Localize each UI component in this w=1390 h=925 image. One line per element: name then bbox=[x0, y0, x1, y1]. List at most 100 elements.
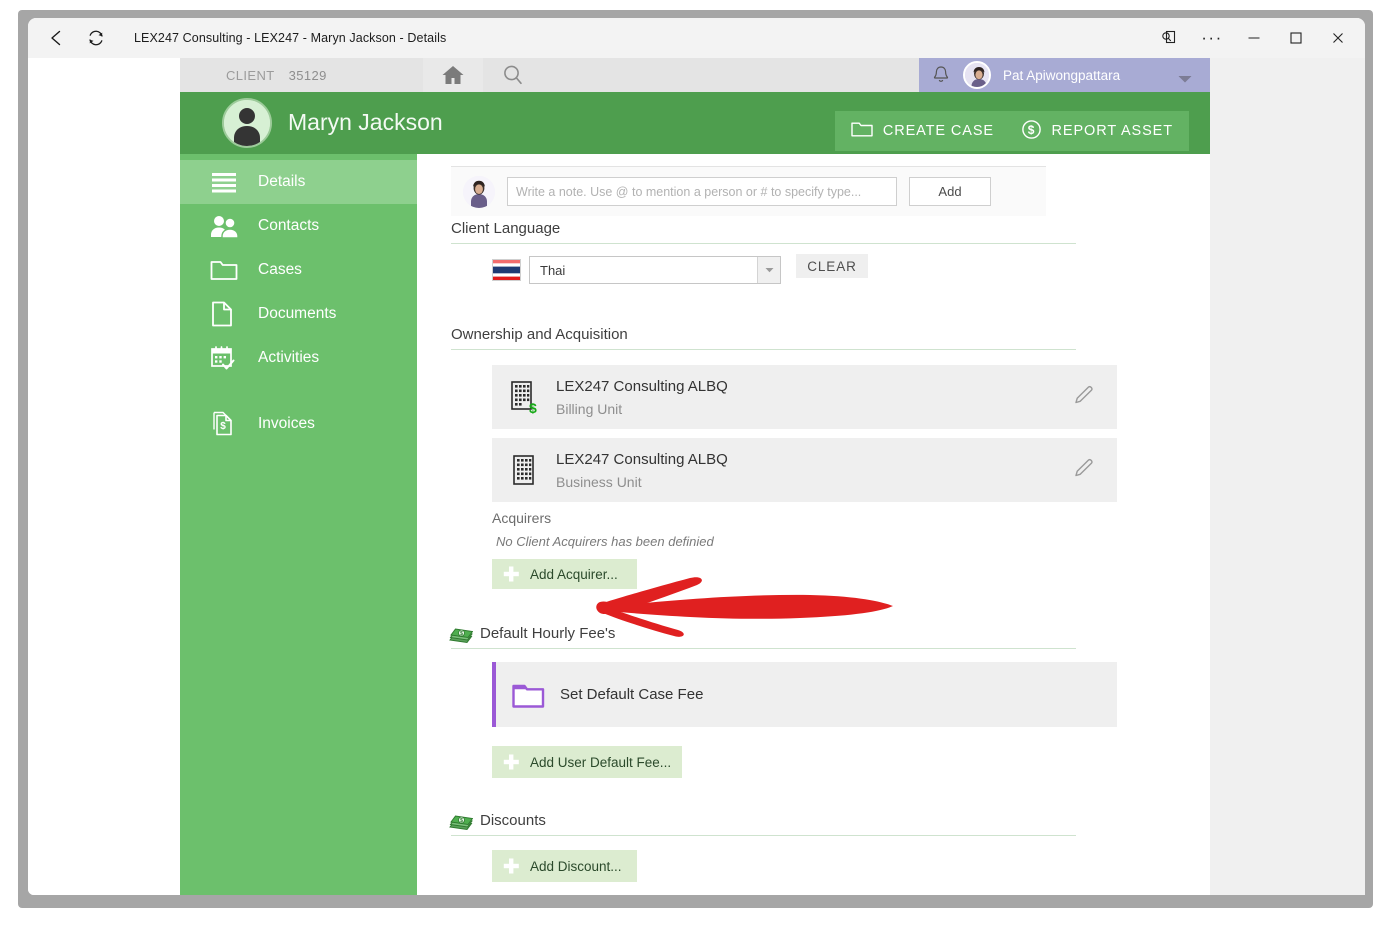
sidebar-item-label: Activities bbox=[258, 349, 320, 366]
discounts-section-title: Discounts bbox=[480, 812, 546, 829]
add-discount-button[interactable]: Add Discount... bbox=[492, 850, 637, 882]
strip-left-pad bbox=[28, 58, 180, 92]
strip-filler bbox=[543, 58, 919, 92]
maximize-button[interactable] bbox=[1275, 18, 1317, 58]
sidebar-item-label: Contacts bbox=[258, 217, 320, 234]
page-title: Maryn Jackson bbox=[288, 109, 443, 135]
sidebar-item-invoices[interactable]: $ Invoices bbox=[180, 402, 417, 446]
create-case-button[interactable]: CREATE CASE bbox=[834, 111, 1010, 151]
sidebar-item-documents[interactable]: Documents bbox=[180, 292, 417, 336]
row-text: LEX247 Consulting ALBQ Business Unit bbox=[556, 451, 728, 490]
application-body: CLIENT 35129 Pat Apiwongpattara Maryn Ja… bbox=[28, 58, 1365, 895]
record-type-label: CLIENT bbox=[226, 67, 275, 83]
list-lines-icon bbox=[210, 171, 248, 193]
row-text: Set Default Case Fee bbox=[560, 686, 703, 703]
more-options-button[interactable]: ··· bbox=[1191, 18, 1233, 58]
section-divider bbox=[451, 349, 1076, 350]
window-title: LEX247 Consulting - LEX247 - Maryn Jacks… bbox=[134, 31, 447, 45]
pencil-icon[interactable] bbox=[1073, 457, 1095, 484]
user-name-label: Pat Apiwongpattara bbox=[1003, 67, 1121, 83]
svg-text:$: $ bbox=[220, 421, 226, 432]
calendar-check-icon bbox=[210, 345, 248, 371]
search-icon[interactable] bbox=[483, 58, 543, 92]
pencil-icon[interactable] bbox=[1073, 384, 1095, 411]
add-acquirer-label: Add Acquirer... bbox=[530, 566, 618, 582]
sidebar-item-cases[interactable]: Cases bbox=[180, 248, 417, 292]
clear-language-button[interactable]: CLEAR bbox=[796, 254, 868, 278]
create-case-label: CREATE CASE bbox=[882, 123, 994, 139]
ownership-section-title: Ownership and Acquisition bbox=[451, 326, 628, 343]
svg-text:$: $ bbox=[460, 631, 463, 637]
row-text: LEX247 Consulting ALBQ Billing Unit bbox=[556, 378, 728, 417]
ownership-row-billing-unit[interactable]: $ LEX247 Consulting ALBQ Billing Unit bbox=[492, 365, 1117, 429]
add-discount-label: Add Discount... bbox=[530, 858, 622, 874]
user-menu[interactable]: Pat Apiwongpattara bbox=[919, 58, 1210, 92]
invoice-dollar-icon: $ bbox=[210, 411, 248, 437]
thailand-flag-icon bbox=[492, 259, 521, 281]
default-fee-row[interactable]: Set Default Case Fee bbox=[492, 662, 1117, 727]
chevron-down-icon[interactable] bbox=[1178, 71, 1192, 89]
building-icon bbox=[492, 454, 556, 486]
record-identifier: CLIENT 35129 bbox=[180, 58, 423, 92]
sidebar-item-activities[interactable]: Activities bbox=[180, 336, 417, 380]
sidebar-item-label: Details bbox=[258, 173, 306, 190]
sidebar-item-label: Cases bbox=[258, 261, 302, 278]
folder-icon bbox=[851, 120, 873, 142]
details-panel: Add Client Language bbox=[417, 154, 1210, 895]
avatar bbox=[963, 61, 991, 89]
section-divider bbox=[451, 243, 1076, 244]
bell-icon[interactable] bbox=[919, 64, 963, 86]
app-canvas: CLIENT 35129 Pat Apiwongpattara Maryn Ja… bbox=[28, 58, 1210, 895]
home-icon[interactable] bbox=[423, 58, 483, 92]
person-avatar-icon bbox=[222, 98, 272, 148]
desktop-background: LEX247 Consulting - LEX247 - Maryn Jacks… bbox=[0, 0, 1390, 925]
acquirers-empty-message: No Client Acquirers has been definied bbox=[496, 534, 714, 549]
client-language-section-title: Client Language bbox=[451, 220, 561, 237]
row-subtitle: Business Unit bbox=[556, 473, 642, 490]
report-asset-label: REPORT ASSET bbox=[1051, 123, 1173, 139]
svg-text:$: $ bbox=[529, 400, 537, 414]
building-dollar-icon: $ bbox=[492, 380, 556, 414]
add-note-button[interactable]: Add bbox=[909, 177, 991, 206]
utility-strip: CLIENT 35129 Pat Apiwongpattara bbox=[28, 58, 1210, 92]
sidebar-item-details[interactable]: Details bbox=[180, 160, 417, 204]
section-divider bbox=[451, 835, 1076, 836]
client-language-value: Thai bbox=[540, 262, 566, 278]
back-arrow-icon[interactable] bbox=[36, 18, 76, 58]
application-window: LEX247 Consulting - LEX247 - Maryn Jacks… bbox=[28, 18, 1365, 895]
add-user-default-fee-button[interactable]: Add User Default Fee... bbox=[492, 746, 682, 778]
report-asset-button[interactable]: $ REPORT ASSET bbox=[1004, 111, 1189, 151]
acquirers-label: Acquirers bbox=[492, 510, 552, 526]
minimize-button[interactable] bbox=[1233, 18, 1275, 58]
note-input[interactable] bbox=[507, 177, 897, 206]
title-bar: LEX247 Consulting - LEX247 - Maryn Jacks… bbox=[28, 18, 1365, 58]
dollar-circle-icon: $ bbox=[1021, 119, 1042, 144]
close-button[interactable] bbox=[1317, 18, 1359, 58]
refresh-icon[interactable] bbox=[76, 18, 116, 58]
plus-icon bbox=[492, 752, 530, 772]
ownership-row-business-unit[interactable]: LEX247 Consulting ALBQ Business Unit bbox=[492, 438, 1117, 502]
row-title: LEX247 Consulting ALBQ bbox=[556, 450, 728, 468]
add-acquirer-button[interactable]: Add Acquirer... bbox=[492, 559, 637, 589]
record-number-label: 35129 bbox=[288, 67, 327, 83]
sidebar-item-contacts[interactable]: Contacts bbox=[180, 204, 417, 248]
window-controls: ··· bbox=[1149, 18, 1359, 58]
sidebar-nav: Details Contacts Cases Documents Activit… bbox=[180, 154, 417, 895]
record-header: Maryn Jackson CREATE CASE $ REPORT ASSET bbox=[180, 92, 1210, 154]
svg-text:$: $ bbox=[460, 818, 463, 824]
plus-icon bbox=[492, 564, 530, 584]
plus-icon bbox=[492, 856, 530, 876]
folder-icon bbox=[210, 258, 248, 282]
people-icon bbox=[210, 214, 248, 238]
row-subtitle: Billing Unit bbox=[556, 400, 623, 417]
reading-view-icon[interactable] bbox=[1149, 18, 1191, 58]
caret-down-icon[interactable] bbox=[757, 257, 780, 283]
add-user-default-fee-label: Add User Default Fee... bbox=[530, 754, 672, 770]
client-language-select[interactable]: Thai bbox=[529, 256, 781, 284]
note-composer: Add bbox=[451, 166, 1046, 216]
sidebar-item-label: Documents bbox=[258, 305, 337, 322]
svg-text:$: $ bbox=[1027, 123, 1035, 137]
sidebar-item-label: Invoices bbox=[258, 415, 315, 432]
document-icon bbox=[210, 301, 248, 327]
